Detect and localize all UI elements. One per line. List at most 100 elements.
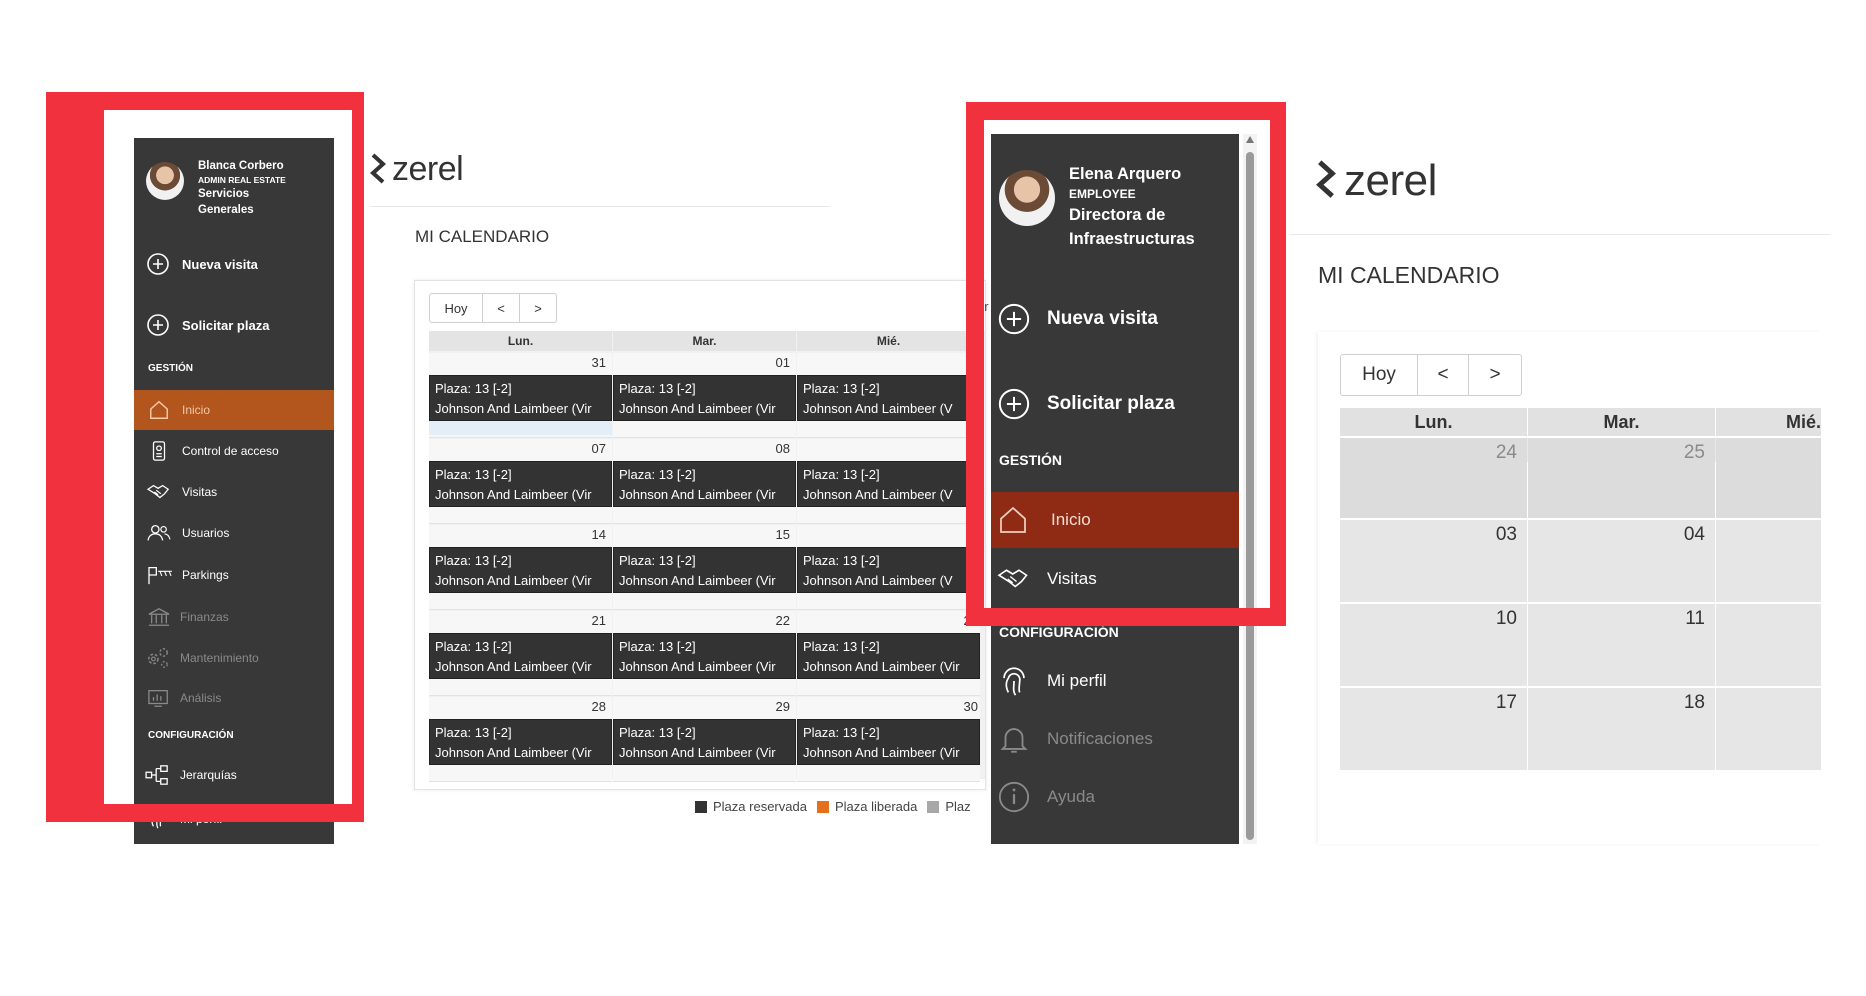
prev-button-right[interactable]: <	[1418, 355, 1469, 395]
event-plaza: Plaza: 13 [-2]	[619, 639, 696, 654]
next-button-right[interactable]: >	[1469, 355, 1521, 395]
day-cell-right[interactable]	[1716, 520, 1821, 602]
day-number: 29	[775, 699, 790, 714]
parking-event[interactable]: Plaza: 13 [-2] Johnson And Laimbeer (Vir	[797, 719, 980, 765]
day-cell-right[interactable]: 25	[1528, 438, 1715, 518]
calendar-legend: Plaza reservada Plaza liberada Plaz	[685, 799, 971, 814]
day-cell-right[interactable]	[1716, 688, 1821, 770]
parking-event[interactable]: Plaza: 13 [-2] Johnson And Laimbeer (Vir	[613, 633, 796, 679]
day-number: 30	[963, 699, 978, 714]
event-company: Johnson And Laimbeer (Vir	[435, 573, 592, 588]
day-cell-right[interactable]	[1716, 604, 1821, 686]
bell-icon	[1000, 728, 1028, 753]
day-cell[interactable]: 14 Plaza: 13 [-2] Johnson And Laimbeer (Vi…	[429, 525, 612, 610]
nav-item-ayuda-right[interactable]: Ayuda	[991, 775, 1239, 819]
day-cell[interactable]: 15 Plaza: 13 [-2] Johnson And Laimbeer (Vi…	[613, 525, 796, 610]
nav-label-notificaciones-right: Notificaciones	[1047, 729, 1153, 748]
parking-event[interactable]: Plaza: 13 [-2] Johnson And Laimbeer (Vir	[613, 461, 796, 507]
today-button[interactable]: Hoy	[430, 294, 483, 322]
day-number-right: 10	[1495, 608, 1517, 629]
parking-event[interactable]: Plaza: 13 [-2] Johnson And Laimbeer (Vir	[797, 633, 980, 679]
event-company: Johnson And Laimbeer (Vir	[619, 573, 776, 588]
day-cell[interactable]: 07 Plaza: 13 [-2] Johnson And Laimbeer (Vi…	[429, 439, 612, 524]
section-configuracion-right: CONFIGURACIÓN	[999, 624, 1119, 640]
event-plaza: Plaza: 13 [-2]	[803, 639, 880, 654]
day-cell-right[interactable]: 04	[1528, 520, 1715, 602]
parking-event[interactable]: Plaza: 13 [-2] Johnson And Laimbeer (V	[797, 461, 980, 507]
parking-event[interactable]: Plaza: 13 [-2] Johnson And Laimbeer (Vir	[613, 375, 796, 421]
event-company: Johnson And Laimbeer (Vir	[619, 659, 776, 674]
day-cell[interactable]: 08 Plaza: 13 [-2] Johnson And Laimbeer (Vi…	[613, 439, 796, 524]
calendar-widget: Hoy < > br Lun. Mar. Mié. 31 Plaza: 13 [-2] J…	[414, 280, 989, 814]
event-plaza: Plaza: 13 [-2]	[803, 381, 880, 396]
event-company: Johnson And Laimbeer (V	[803, 401, 953, 416]
parking-event[interactable]: Plaza: 13 [-2] Johnson And Laimbeer (V	[797, 547, 980, 593]
parking-event[interactable]: Plaza: 13 [-2] Johnson And Laimbeer (Vir	[429, 719, 612, 765]
day-cell[interactable]: 30 Plaza: 13 [-2] Johnson And Laimbeer (Vi…	[797, 697, 980, 782]
day-cell-right[interactable]: 17	[1340, 688, 1527, 770]
zerel-logo-right[interactable]: zerel	[1316, 156, 1437, 206]
page-title: MI CALENDARIO	[415, 227, 550, 246]
day-number: 28	[591, 699, 606, 714]
day-number: 31	[591, 355, 606, 370]
legend-label-other: Plaz	[945, 799, 971, 814]
event-plaza: Plaza: 13 [-2]	[435, 725, 512, 740]
parking-event[interactable]: Plaza: 13 [-2] Johnson And Laimbeer (Vir	[429, 461, 612, 507]
day-cell[interactable]: 01 Plaza: 13 [-2] Johnson And Laimbeer (Vi…	[613, 353, 796, 438]
day-number: 21	[591, 613, 606, 628]
day-cell[interactable]: 1 Plaza: 13 [-2] Johnson And Laimbeer (V	[797, 525, 980, 610]
event-plaza: Plaza: 13 [-2]	[619, 467, 696, 482]
today-button-right[interactable]: Hoy	[1341, 355, 1418, 395]
calendar-nav-buttons-right: Hoy < >	[1340, 354, 1522, 396]
day-cell-right[interactable]: 10	[1340, 604, 1527, 686]
event-company: Johnson And Laimbeer (Vir	[619, 401, 776, 416]
day-header: Mié.	[797, 331, 980, 351]
event-company: Johnson And Laimbeer (Vir	[435, 659, 592, 674]
day-number-right: 25	[1683, 442, 1705, 463]
day-cell[interactable]: 0 Plaza: 13 [-2] Johnson And Laimbeer (V	[797, 353, 980, 438]
header-divider-right	[1290, 234, 1830, 235]
day-header: Mar.	[613, 331, 796, 351]
parking-event[interactable]: Plaza: 13 [-2] Johnson And Laimbeer (Vir	[429, 375, 612, 421]
next-button[interactable]: >	[520, 294, 556, 322]
parking-event[interactable]: Plaza: 13 [-2] Johnson And Laimbeer (Vir	[613, 719, 796, 765]
zerel-mark-icon	[1316, 160, 1336, 198]
parking-event[interactable]: Plaza: 13 [-2] Johnson And Laimbeer (Vir	[429, 633, 612, 679]
day-cell-right[interactable]: 11	[1528, 604, 1715, 686]
legend-label-released: Plaza liberada	[834, 799, 918, 814]
day-cell[interactable]: 0 Plaza: 13 [-2] Johnson And Laimbeer (V	[797, 439, 980, 524]
zerel-logo[interactable]: zerel	[370, 150, 464, 189]
day-cell[interactable]: 28 Plaza: 13 [-2] Johnson And Laimbeer (Vi…	[429, 697, 612, 782]
calendar-nav-buttons: Hoy < >	[429, 293, 557, 323]
day-cell-right[interactable]	[1716, 438, 1821, 518]
calendar-grid: Lun. Mar. Mié. 31 Plaza: 13 [-2] Johnson And …	[429, 331, 985, 782]
event-company: Johnson And Laimbeer (Vir	[435, 745, 592, 760]
day-number-right: 17	[1495, 692, 1517, 713]
day-number-right: 03	[1495, 524, 1517, 545]
nav-label-mi-perfil-right: Mi perfil	[1047, 671, 1107, 690]
legend-swatch-other	[927, 800, 940, 813]
day-number-right: 24	[1495, 442, 1517, 463]
event-company: Johnson And Laimbeer (Vir	[435, 401, 592, 416]
event-plaza: Plaza: 13 [-2]	[435, 553, 512, 568]
day-number: 15	[775, 527, 790, 542]
nav-item-notificaciones-right[interactable]: Notificaciones	[991, 717, 1239, 761]
day-cell-right[interactable]: 03	[1340, 520, 1527, 602]
event-plaza: Plaza: 13 [-2]	[803, 725, 880, 740]
day-cell[interactable]: 29 Plaza: 13 [-2] Johnson And Laimbeer (Vi…	[613, 697, 796, 782]
prev-button[interactable]: <	[483, 294, 520, 322]
parking-event[interactable]: Plaza: 13 [-2] Johnson And Laimbeer (Vir	[613, 547, 796, 593]
event-company: Johnson And Laimbeer (Vir	[619, 487, 776, 502]
day-header-right: Mar.	[1528, 408, 1715, 436]
event-company: Johnson And Laimbeer (Vir	[803, 745, 960, 760]
calendar-widget-right: Hoy < > Lun. Mar. Mié. 24 25 03 04 10 11 17 18	[1318, 332, 1821, 844]
day-cell[interactable]: 22 Plaza: 13 [-2] Johnson And Laimbeer (Vi…	[613, 611, 796, 696]
parking-event[interactable]: Plaza: 13 [-2] Johnson And Laimbeer (V	[797, 375, 980, 421]
day-cell-right[interactable]: 24	[1340, 438, 1527, 518]
nav-item-mi-perfil-right[interactable]: Mi perfil	[991, 659, 1239, 703]
day-cell[interactable]: 23 Plaza: 13 [-2] Johnson And Laimbeer (Vi…	[797, 611, 980, 696]
day-cell[interactable]: 21 Plaza: 13 [-2] Johnson And Laimbeer (Vi…	[429, 611, 612, 696]
day-cell-right[interactable]: 18	[1528, 688, 1715, 770]
logo-text: zerel	[392, 150, 464, 188]
parking-event[interactable]: Plaza: 13 [-2] Johnson And Laimbeer (Vir	[429, 547, 612, 593]
